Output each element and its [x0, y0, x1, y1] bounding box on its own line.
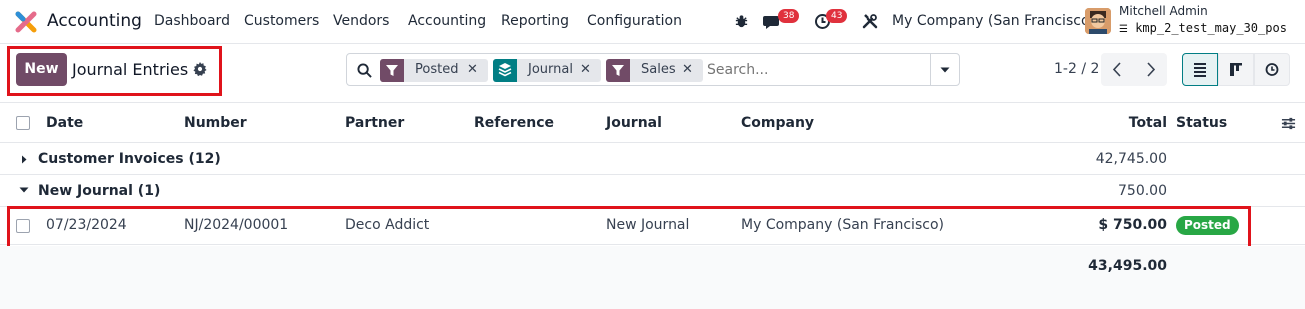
company-switcher[interactable]: My Company (San Francisco): [892, 13, 1095, 29]
tools-icon[interactable]: [862, 13, 878, 29]
group-row-new-journal[interactable]: New Journal (1) 750.00: [0, 175, 1305, 207]
search-icon[interactable]: [357, 63, 372, 78]
table-header: Date Number Partner Reference Journal Co…: [0, 102, 1305, 143]
filter-icon: [380, 59, 404, 82]
caret-right-icon: [22, 155, 27, 164]
facet-posted[interactable]: Posted ✕: [380, 59, 488, 82]
caret-down-icon: [19, 187, 29, 193]
database-label: kmp_2_test_may_30_pos: [1135, 21, 1287, 35]
facet-posted-label: Posted: [415, 62, 459, 77]
list-view-button[interactable]: [1182, 53, 1218, 86]
menu-dashboard[interactable]: Dashboard: [154, 13, 230, 29]
activities-badge: 43: [826, 9, 848, 23]
table-footer: 43,495.00: [0, 246, 1305, 309]
column-settings-icon[interactable]: [1281, 116, 1296, 131]
list-icon: [1194, 63, 1206, 77]
search-bar[interactable]: Posted ✕ Journal ✕ Sales ✕: [346, 53, 960, 86]
kanban-view-button[interactable]: [1218, 53, 1254, 86]
facet-sales-label: Sales: [641, 62, 676, 77]
group-total: 750.00: [1118, 183, 1167, 199]
accounting-app-icon[interactable]: [15, 11, 37, 33]
menu-configuration[interactable]: Configuration: [587, 13, 682, 29]
database-icon: ☰: [1119, 24, 1128, 35]
menu-reporting[interactable]: Reporting: [501, 13, 569, 29]
group-label: New Journal (1): [38, 183, 161, 199]
pager-previous-button[interactable]: [1101, 53, 1134, 86]
messages-badge: 38: [778, 9, 800, 23]
group-row-customer-invoices[interactable]: Customer Invoices (12) 42,745.00: [0, 143, 1305, 175]
kanban-icon: [1230, 63, 1242, 76]
column-company[interactable]: Company: [741, 115, 814, 131]
activity-view-button[interactable]: [1254, 53, 1290, 86]
facet-journal-label: Journal: [528, 62, 573, 77]
pager-next-button[interactable]: [1134, 53, 1167, 86]
column-reference[interactable]: Reference: [474, 115, 554, 131]
group-label: Customer Invoices (12): [38, 151, 221, 167]
column-status[interactable]: Status: [1176, 115, 1227, 131]
column-date[interactable]: Date: [46, 115, 83, 131]
column-partner[interactable]: Partner: [345, 115, 404, 131]
group-total: 42,745.00: [1095, 151, 1167, 167]
user-name[interactable]: Mitchell Admin: [1119, 4, 1208, 18]
facet-sales[interactable]: Sales ✕: [606, 59, 703, 82]
column-number[interactable]: Number: [184, 115, 247, 131]
gear-icon[interactable]: [193, 62, 207, 76]
chevron-left-icon: [1112, 62, 1121, 77]
grand-total: 43,495.00: [1088, 258, 1167, 274]
bug-icon[interactable]: [734, 14, 749, 29]
app-name[interactable]: Accounting: [47, 11, 142, 31]
menu-accounting[interactable]: Accounting: [408, 13, 486, 29]
clock-view-icon: [1265, 63, 1279, 76]
column-journal[interactable]: Journal: [606, 115, 662, 131]
select-all-checkbox[interactable]: [16, 116, 30, 130]
chevron-right-icon: [1147, 62, 1156, 77]
search-options-toggle[interactable]: [930, 54, 959, 85]
caret-down-icon: [940, 67, 950, 73]
remove-facet-posted-icon[interactable]: ✕: [467, 62, 478, 77]
menu-vendors[interactable]: Vendors: [333, 13, 389, 29]
top-navbar: Accounting Dashboard Customers Vendors A…: [0, 0, 1305, 44]
facet-journal[interactable]: Journal ✕: [493, 59, 601, 82]
new-button[interactable]: New: [16, 53, 67, 86]
remove-facet-sales-icon[interactable]: ✕: [682, 62, 693, 77]
column-total[interactable]: Total: [1129, 115, 1167, 131]
filter-icon: [606, 59, 630, 82]
database-name: ☰ kmp_2_test_may_30_pos: [1119, 21, 1287, 35]
layers-icon: [493, 59, 517, 82]
pager-value[interactable]: 1-2 / 2: [1054, 61, 1099, 77]
user-avatar[interactable]: [1085, 8, 1111, 34]
remove-facet-journal-icon[interactable]: ✕: [580, 62, 591, 77]
menu-customers[interactable]: Customers: [244, 13, 319, 29]
row-highlight: [7, 206, 1251, 249]
page-title: Journal Entries: [72, 60, 189, 79]
search-input[interactable]: [707, 60, 927, 80]
